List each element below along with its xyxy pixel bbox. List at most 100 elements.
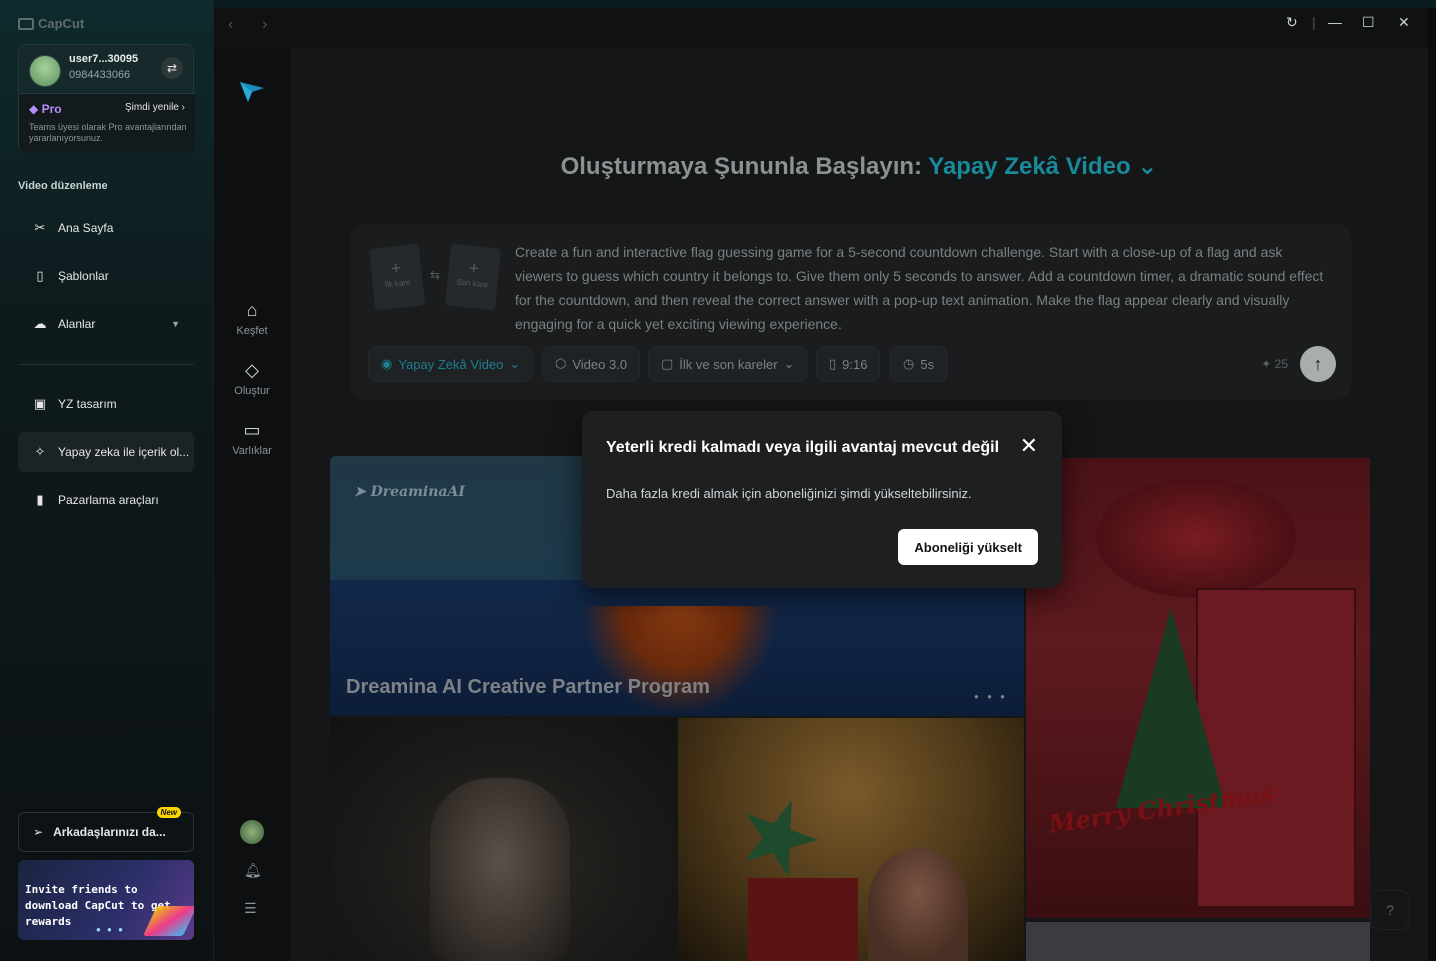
sidebar-item-spaces[interactable]: ☁ Alanlar ▼ [18, 304, 194, 344]
credit-cost: ✦ 25 [1261, 357, 1288, 371]
carousel-dots[interactable]: ● ● ● [96, 925, 125, 934]
sidebar-item-label: Şablonlar [58, 269, 109, 283]
close-window-icon[interactable]: ✕ [1398, 14, 1410, 31]
insufficient-credits-dialog: Yeterli kredi kalmadı veya ilgili avanta… [582, 411, 1062, 588]
minimize-icon[interactable]: — [1328, 14, 1342, 30]
chevron-down-icon[interactable]: ▼ [171, 319, 180, 329]
frame-icon: ▢ [661, 356, 674, 371]
first-frame-upload[interactable]: + İlk kare [368, 243, 426, 311]
back-arrow-icon[interactable]: ‹ [228, 16, 233, 34]
bell-icon[interactable]: 🔔︎ [244, 862, 262, 879]
app-window: CapCut user7...30095 0984433066 ⇄ ◆ Pro … [0, 0, 1436, 961]
dreamina-logo-icon [240, 82, 264, 102]
invite-label: Arkadaşlarınızı da... [53, 825, 166, 839]
diamond-pro-icon: ◆ [29, 102, 39, 116]
question-icon: ? [1386, 902, 1394, 918]
person-graphic [868, 848, 968, 961]
user-phone: 0984433066 [69, 69, 131, 81]
sidebar-item-label: Pazarlama araçları [58, 493, 159, 507]
sidebar-item-ai-content[interactable]: ✧ Yapay zeka ile içerik ol... [18, 432, 194, 472]
prompt-input[interactable]: Create a fun and interactive flag guessi… [515, 240, 1325, 336]
generate-button[interactable]: ↑ [1300, 346, 1336, 382]
rail-item-label: Oluştur [234, 385, 270, 397]
sparkle-icon: ✧ [34, 444, 46, 459]
rail-item-label: Varlıklar [232, 445, 272, 457]
diamond-icon: ◇ [245, 360, 259, 380]
frame-uploads: + İlk kare ⇆ + Son kare [368, 243, 502, 312]
sidebar-item-ai-design[interactable]: ▣ YZ tasarım [18, 384, 194, 424]
rail-avatar[interactable] [240, 820, 264, 844]
sidebar-item-label: Alanlar [58, 317, 96, 331]
clock-icon: ◷ [903, 356, 915, 371]
chevron-down-icon: ⌄ [783, 356, 795, 371]
star-balloon-graphic [727, 787, 830, 890]
forward-arrow-icon[interactable]: › [262, 16, 267, 34]
model-chip[interactable]: ⬡ Video 3.0 [542, 346, 641, 382]
prompt-box: + İlk kare ⇆ + Son kare Create a fun and… [350, 224, 1352, 400]
portrait-graphic [430, 778, 570, 961]
chevron-down-icon: ⌄ [1137, 153, 1158, 180]
arrow-up-icon: ↑ [1313, 353, 1323, 374]
pro-description: Teams üyesi olarak Pro avantajlarından y… [29, 122, 187, 143]
gift-graphic [748, 878, 858, 961]
page-title: Oluşturmaya Şununla Başlayın: Yapay Zekâ… [560, 153, 1158, 180]
cloud-icon: ☁ [33, 316, 47, 331]
menu-icon[interactable]: ☰ [244, 900, 257, 917]
carousel-dots[interactable]: ● ● ● [974, 692, 1008, 701]
plus-icon: + [389, 257, 403, 279]
rail-item-explore[interactable]: ⌂ Keşfet [214, 300, 290, 337]
swap-frames-icon[interactable]: ⇆ [430, 268, 440, 282]
scissors-icon: ✂ [34, 220, 46, 235]
pro-label: ◆ Pro [29, 102, 62, 116]
brand: CapCut [18, 16, 84, 31]
chevron-down-icon: ⌄ [509, 356, 521, 371]
brand-name: CapCut [38, 16, 85, 31]
left-rail: ⌂ Keşfet ◇ Oluştur ▭ Varlıklar 🔔︎ ☰ [214, 48, 290, 961]
sidebar-item-templates[interactable]: ▯ Şablonlar [18, 256, 194, 296]
send-icon: ➢ [33, 825, 44, 839]
pro-panel[interactable]: ◆ Pro Şimdi yenile › Teams üyesi olarak … [19, 93, 195, 153]
switch-account-icon[interactable]: ⇄ [161, 57, 183, 79]
invite-banner[interactable]: Invite friends to download CapCut to get… [18, 860, 194, 940]
gallery-tile-balloon[interactable] [678, 718, 1024, 961]
last-frame-upload[interactable]: + Son kare [444, 243, 502, 311]
user-card[interactable]: user7...30095 0984433066 ⇄ ◆ Pro Şimdi y… [18, 44, 195, 153]
frames-chip[interactable]: ▢ İlk ve son kareler ⌄ [648, 346, 808, 382]
toolbar-divider: | [1312, 14, 1316, 30]
folder-icon: ▭ [243, 420, 261, 440]
sidebar-item-label: Ana Sayfa [58, 221, 114, 235]
window-top-edge [214, 0, 1436, 8]
invite-friends-button[interactable]: ➢ Arkadaşlarınızı da... New [18, 807, 194, 852]
sidebar-item-label: Yapay zeka ile içerik ol... [58, 445, 190, 459]
avatar[interactable] [29, 55, 61, 87]
gallery-tile-christmas[interactable]: Merry Christmas [1026, 458, 1370, 918]
bow-graphic [1096, 478, 1296, 598]
ratio-chip[interactable]: ▯ 9:16 [816, 346, 881, 382]
sidebar-item-home[interactable]: ✂ Ana Sayfa [18, 208, 194, 248]
renew-link[interactable]: Şimdi yenile › [125, 102, 185, 113]
dialog-body: Daha fazla kredi almak için aboneliğiniz… [606, 486, 972, 501]
sidebar-item-marketing[interactable]: ▮ Pazarlama araçları [18, 480, 194, 520]
duration-chip[interactable]: ◷ 5s [890, 346, 948, 382]
rail-item-label: Keşfet [236, 325, 268, 337]
refresh-icon[interactable]: ↻ [1286, 14, 1298, 31]
mode-chip[interactable]: ◉ Yapay Zekâ Video ⌄ [368, 346, 534, 382]
mode-selector[interactable]: Yapay Zekâ Video ⌄ [928, 153, 1157, 180]
left-sidebar: CapCut user7...30095 0984433066 ⇄ ◆ Pro … [0, 0, 214, 961]
sparkle-credit-icon: ✦ [1261, 357, 1272, 371]
gallery-tile-portrait[interactable] [330, 718, 676, 961]
close-icon[interactable]: ✕ [1020, 435, 1038, 457]
phone-ratio-icon: ▯ [829, 356, 837, 371]
rail-item-assets[interactable]: ▭ Varlıklar [214, 420, 290, 457]
rail-item-create[interactable]: ◇ Oluştur [214, 360, 290, 397]
upgrade-subscription-button[interactable]: Aboneliği yükselt [898, 529, 1038, 565]
template-icon: ▯ [36, 268, 44, 283]
card-graphic [1196, 588, 1356, 908]
maximize-icon[interactable]: ☐ [1362, 14, 1375, 31]
section-title: Video düzenleme [18, 180, 108, 192]
help-button[interactable]: ? [1370, 890, 1410, 930]
capcut-logo-icon [18, 17, 34, 30]
home-icon: ⌂ [246, 300, 258, 320]
gallery-tile-snow[interactable] [1026, 922, 1370, 961]
top-bar: ‹ › ↻ | — ☐ ✕ [214, 8, 1428, 48]
